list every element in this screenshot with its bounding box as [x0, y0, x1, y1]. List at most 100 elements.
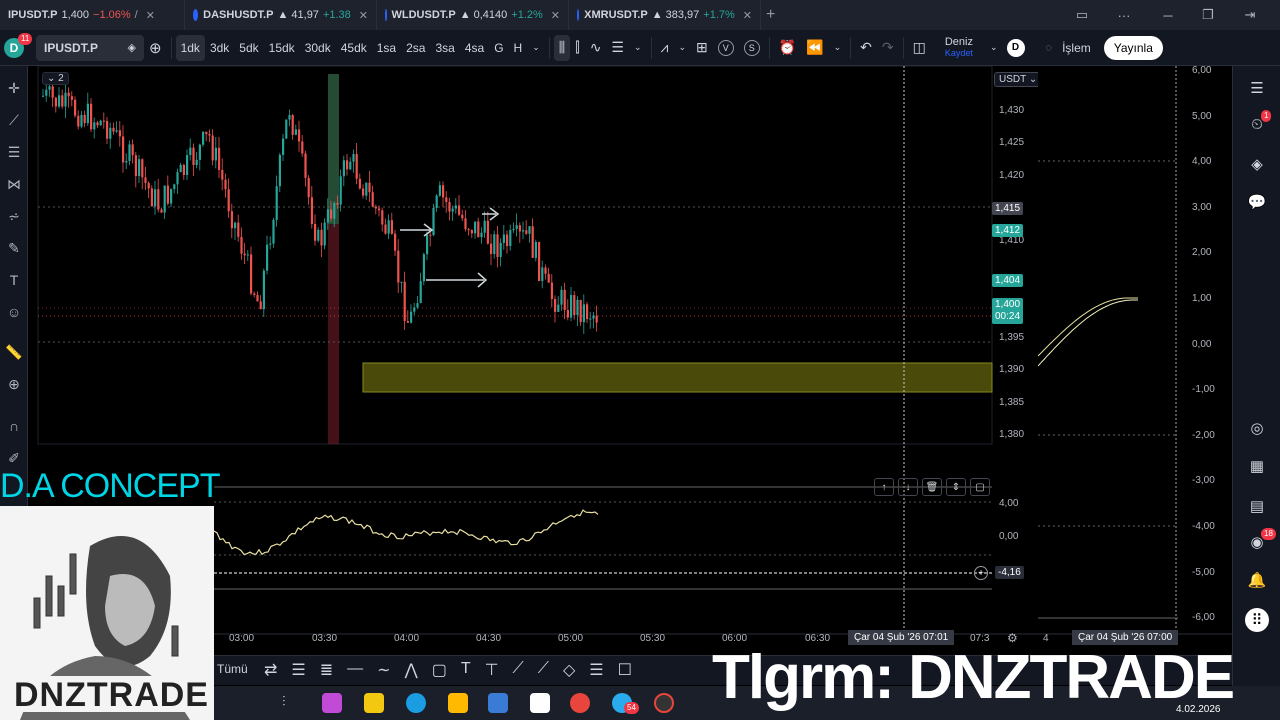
interval-4sa[interactable]: 4sa	[460, 35, 489, 61]
redo-icon[interactable]: ↷	[877, 35, 899, 61]
profile[interactable]: D 11	[0, 30, 36, 66]
v-button[interactable]: V	[713, 35, 739, 61]
replay-icon[interactable]: ⏪	[801, 35, 828, 61]
crosshair-icon[interactable]: ✛	[4, 78, 24, 98]
close-icon[interactable]: ✕	[146, 9, 155, 22]
s-button[interactable]: S	[739, 35, 765, 61]
bar-chart-icon[interactable]: ⫿	[570, 35, 584, 61]
trend-icon[interactable]: ⟋	[538, 660, 549, 680]
all-filter[interactable]: Tümü	[217, 662, 248, 676]
sync-icon[interactable]: ⇄	[264, 660, 277, 680]
chevron-down-icon[interactable]: ⌄	[829, 35, 847, 61]
app-icon[interactable]	[488, 693, 508, 713]
alert-icon[interactable]: ⏰	[774, 35, 801, 61]
chevron-down-icon[interactable]: ⌄	[985, 35, 1003, 61]
chat-icon[interactable]: 💬	[1245, 190, 1269, 214]
task-view-icon[interactable]: ⫶	[282, 693, 302, 713]
interval-1dk[interactable]: 1dk	[175, 34, 205, 61]
emoji-icon[interactable]: ☺	[4, 302, 24, 322]
layers-icon[interactable]: ◈	[1245, 152, 1269, 176]
obs-icon[interactable]	[654, 693, 674, 713]
magnet-icon[interactable]: ∩	[4, 416, 24, 436]
undo-icon[interactable]: ↶	[855, 35, 877, 61]
copilot-icon[interactable]	[322, 693, 342, 713]
tab-xmrusdt[interactable]: XMRUSDT.P ▲ 383,97 +1.7% ✕	[569, 0, 761, 30]
interval-30dk[interactable]: 30dk	[300, 35, 336, 61]
maximize-icon[interactable]: ▢	[970, 478, 990, 496]
ellipse-icon[interactable]: ◇	[563, 660, 575, 680]
tradingview-app-icon[interactable]	[530, 693, 550, 713]
pattern-icon[interactable]: ⋈	[4, 174, 24, 194]
collapse-icon[interactable]: ⇕	[946, 478, 966, 496]
move-down-icon[interactable]: ↓	[898, 478, 918, 496]
more-icon[interactable]: ···	[1108, 0, 1140, 30]
add-alert-icon[interactable]: +	[974, 566, 988, 580]
trendline-icon[interactable]: ⟋	[4, 110, 24, 130]
projection-icon[interactable]: ⩫	[4, 206, 24, 226]
callout-icon[interactable]: ☐	[618, 660, 632, 680]
interval-h[interactable]: H	[509, 35, 528, 61]
restore-icon[interactable]: ❐	[1192, 0, 1224, 30]
tab-ipusdt[interactable]: IPUSDT.P 1,400 −1.06% / ✕	[0, 0, 185, 30]
fib-icon[interactable]: ☰	[291, 660, 305, 680]
explorer-icon[interactable]	[448, 693, 468, 713]
currency-selector[interactable]: USDT ⌄	[994, 72, 1043, 87]
interval-3dk[interactable]: 3dk	[205, 35, 234, 61]
user-avatar[interactable]: D	[1006, 38, 1025, 57]
target-icon[interactable]: ◎	[1245, 416, 1269, 440]
publish-button[interactable]: Yayınla	[1103, 35, 1163, 60]
note-icon[interactable]: ⊤	[485, 660, 499, 680]
move-up-icon[interactable]: ↑	[874, 478, 894, 496]
brush-icon[interactable]: ∼	[377, 660, 390, 680]
close-icon[interactable]: ✕	[359, 9, 368, 22]
chevron-down-icon[interactable]: ⌄	[527, 35, 545, 61]
apps-grid-icon[interactable]: ⠿	[1245, 608, 1269, 632]
legend-toggle[interactable]: ⌄ 2	[42, 72, 69, 85]
path-icon[interactable]: ⋀	[405, 660, 418, 680]
candles-icon[interactable]: ⫼	[553, 34, 571, 61]
chevron-down-icon[interactable]: ⌄	[629, 35, 647, 61]
ruler-icon[interactable]: 📏	[4, 342, 24, 362]
text-icon[interactable]: T	[4, 270, 24, 290]
lock-drawing-icon[interactable]: ✐	[4, 448, 24, 468]
layout-panel-icon[interactable]: ◫	[908, 35, 931, 61]
line-icon[interactable]: —	[347, 660, 363, 680]
line-chart-icon[interactable]: ∿	[585, 35, 607, 61]
screener-icon[interactable]: ▤	[1245, 494, 1269, 518]
indicators-icon[interactable]: ☰	[606, 35, 629, 61]
rect-icon[interactable]: ▢	[432, 660, 447, 680]
fib-icon[interactable]: ☰	[4, 142, 24, 162]
interval-1sa[interactable]: 1sa	[372, 35, 401, 61]
tab-wldusdt[interactable]: WLDUSDT.P ▲ 0,4140 +1.2% ✕	[377, 0, 569, 30]
watchlist-icon[interactable]: ☰	[1245, 76, 1269, 100]
notifications-icon[interactable]: 🔔	[1245, 568, 1269, 592]
interval-15dk[interactable]: 15dk	[264, 35, 300, 61]
zoom-icon[interactable]: ⊕	[4, 374, 24, 394]
interval-45dk[interactable]: 45dk	[336, 35, 372, 61]
layout-icon[interactable]: ▭	[1066, 0, 1098, 30]
interval-g[interactable]: G	[489, 35, 508, 61]
layout-name[interactable]: Deniz Kaydet	[945, 36, 973, 59]
chrome-icon[interactable]	[570, 693, 590, 713]
calendar-icon[interactable]: ▦	[1245, 454, 1269, 478]
interval-2sa[interactable]: 2sa	[401, 35, 430, 61]
text-icon[interactable]: T	[461, 660, 471, 680]
tab-dashusdt[interactable]: DASHUSDT.P ▲ 41,97 +1.38 ✕	[185, 0, 377, 30]
edge-icon[interactable]	[406, 693, 426, 713]
brush-icon[interactable]: ✎	[4, 238, 24, 258]
close-icon[interactable]: ✕	[551, 9, 560, 22]
chevron-down-icon[interactable]: ⌄	[673, 35, 691, 61]
minimize-icon[interactable]: ─	[1152, 0, 1184, 30]
ray-icon[interactable]: ⟋	[513, 660, 524, 680]
interval-3sa[interactable]: 3sa	[430, 35, 459, 61]
symbol-search[interactable]: IPUSDT.P ◈	[36, 34, 144, 61]
lines-icon[interactable]: ☰	[589, 660, 603, 680]
close-icon[interactable]: ✕	[743, 9, 752, 22]
indicator-chart-icon[interactable]: ⩘	[656, 35, 674, 61]
exit-icon[interactable]: ⇥	[1234, 0, 1266, 30]
store-icon[interactable]	[364, 693, 384, 713]
interval-5dk[interactable]: 5dk	[234, 35, 263, 61]
delete-icon[interactable]: 🗑	[922, 478, 942, 496]
new-tab-icon[interactable]: +	[761, 2, 780, 28]
channel-icon[interactable]: ≣	[320, 660, 333, 680]
